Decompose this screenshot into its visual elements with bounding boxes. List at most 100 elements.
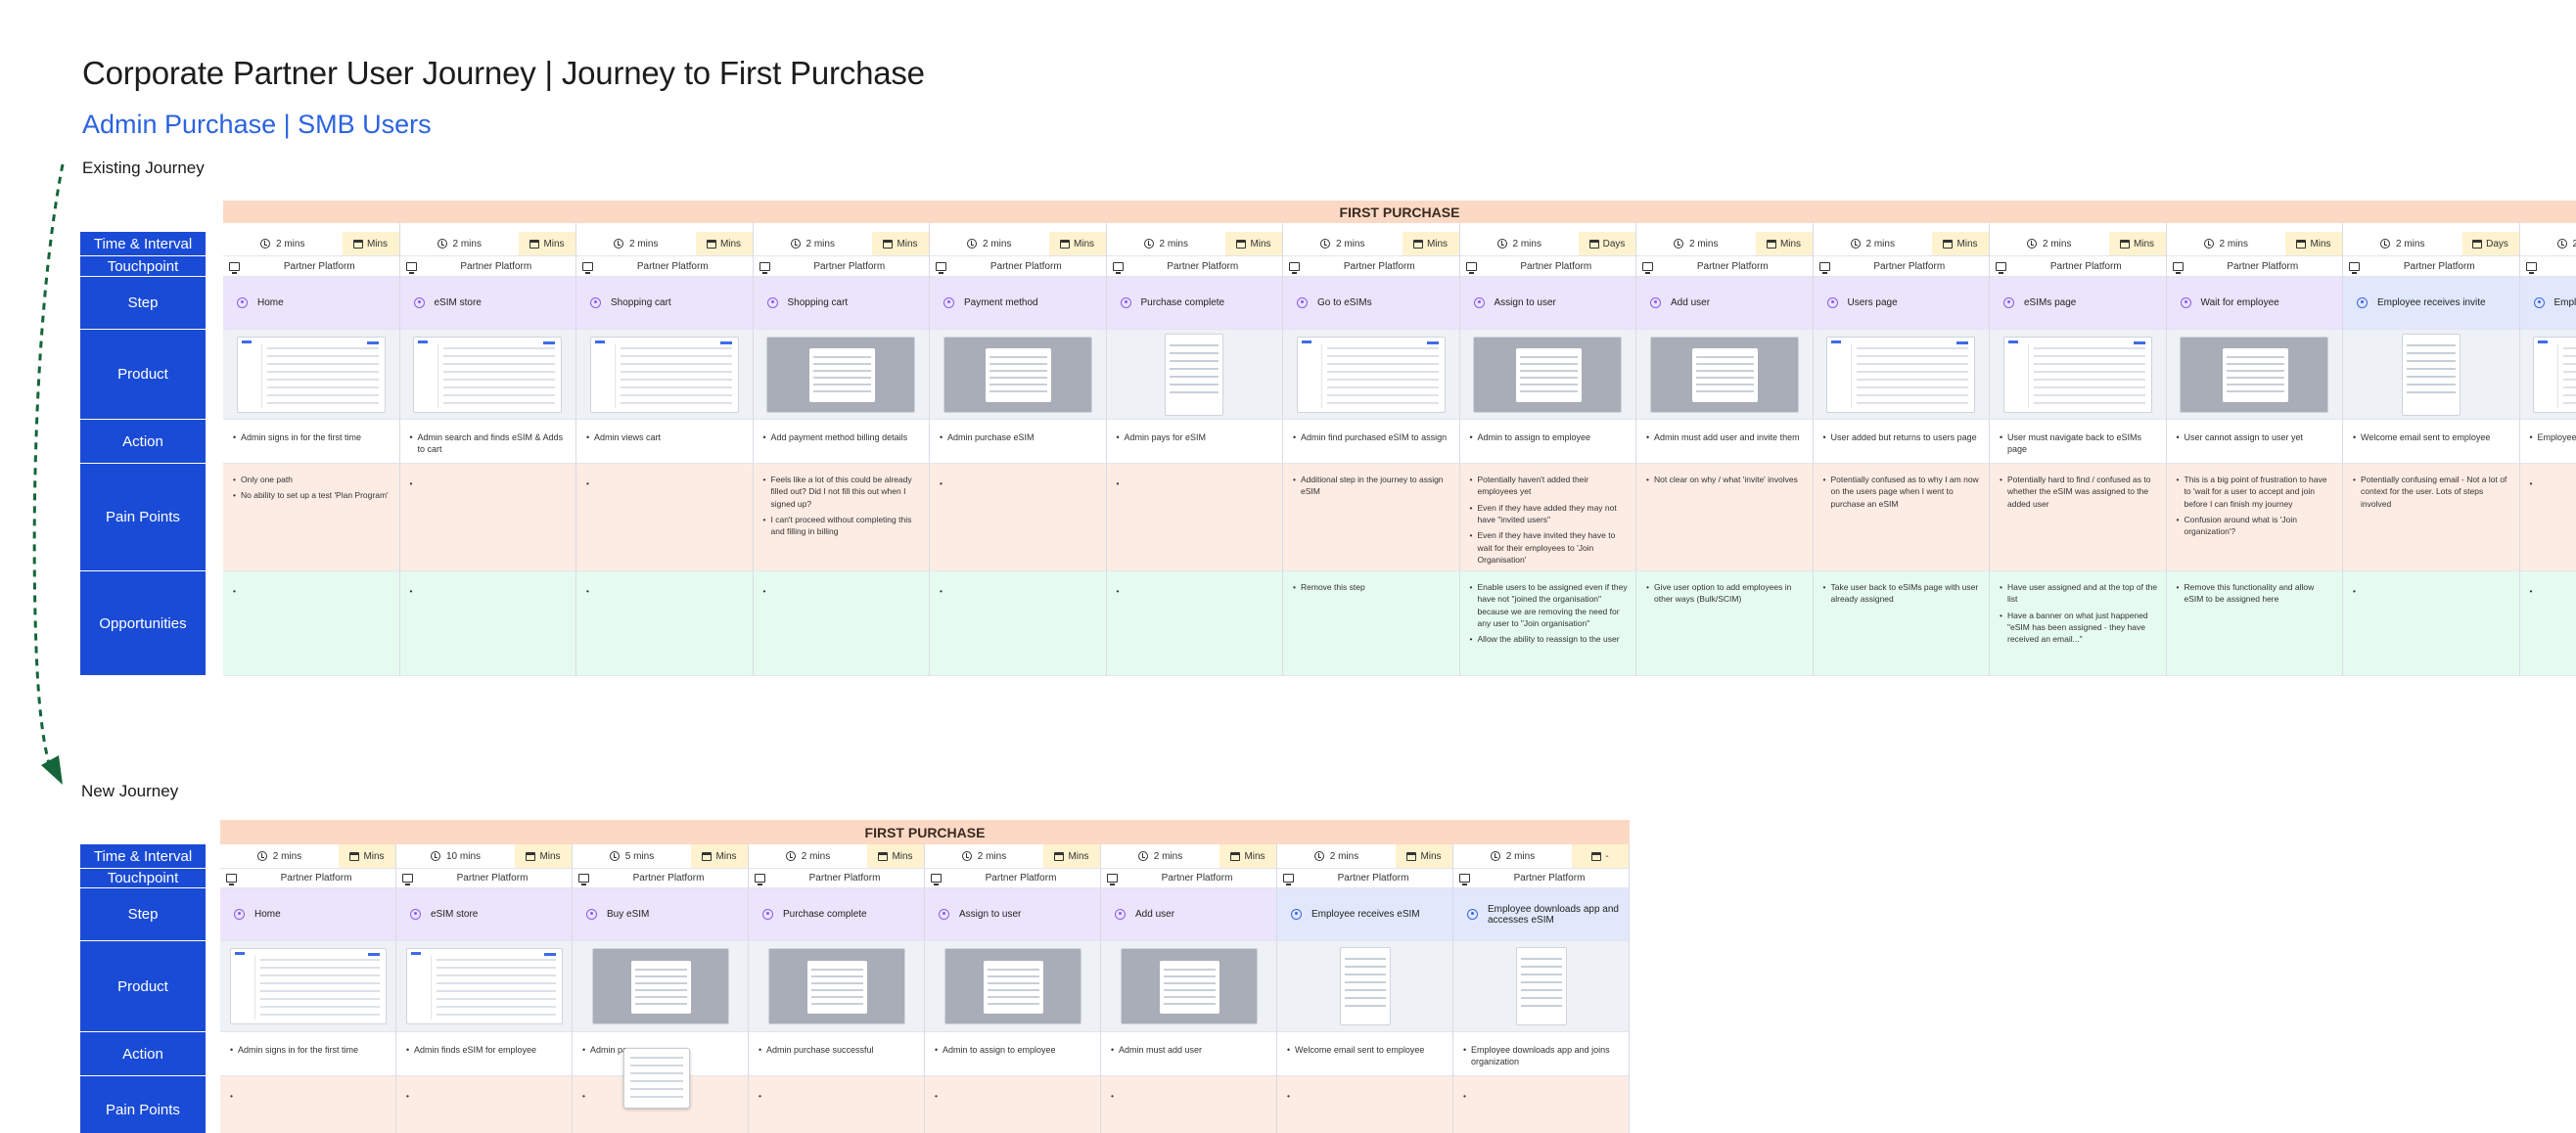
step-cell[interactable]: Shopping cart [576,277,753,330]
step-label: Shopping cart [611,297,671,308]
product-screenshot[interactable] [943,948,1081,1024]
step-cell[interactable]: eSIM store [399,277,575,330]
step-cell[interactable]: Buy eSIM [573,888,748,941]
step-cell[interactable]: Employee downloads app and accesses eSIM [1453,888,1629,941]
product-cell [2343,330,2519,420]
payment-popup-preview[interactable] [623,1048,690,1109]
step-label: Add user [1671,297,1711,308]
pain-point-cell: Only one path No ability to set up a test… [223,464,399,571]
pain-point-cell [399,464,575,571]
product-screenshot[interactable] [405,948,563,1024]
product-screenshot[interactable] [943,336,1092,413]
row-label-step: Step [80,277,206,330]
product-screenshot[interactable] [589,336,739,413]
touchpoint-label: Partner Platform [2537,261,2576,272]
step-cell[interactable]: Go to eSIMs [1283,277,1459,330]
interval: Days [2461,232,2519,255]
row-label-action: Action [80,420,206,464]
opportunity-item: Allow the ability to reassign to the use… [1470,633,1629,646]
step-cell[interactable]: Purchase complete [749,888,924,941]
product-screenshot[interactable] [1826,336,1976,413]
interval: - [1572,844,1629,868]
step-cell[interactable]: Add user [1636,277,1813,330]
product-screenshot[interactable] [1649,336,1799,413]
step-cell[interactable]: Home [220,888,395,941]
product-screenshot[interactable] [413,336,563,413]
journey-column: 10 mins Mins Partner Platform eSIM store Adm… [396,844,573,1133]
product-cell [753,330,929,420]
product-cell [925,941,1100,1032]
email-line [1520,966,1562,968]
action: Admin views cart [586,431,743,443]
step-cell[interactable]: Add user [1101,888,1276,941]
product-screenshot[interactable] [229,948,387,1024]
duration: 5 mins [573,844,691,868]
interval: Mins [872,232,929,255]
product-screenshot[interactable] [1339,947,1391,1025]
product-screenshot[interactable] [591,948,729,1024]
touchpoint-label: Partner Platform [1520,260,1592,272]
step-cell[interactable]: Employee downloads app [2519,277,2576,330]
opportunity: Remove this functionality and allow eSIM… [2177,581,2335,606]
duration-value: 2 mins [1689,238,1719,249]
step-cell[interactable]: Purchase complete [1106,277,1282,330]
product-screenshot[interactable] [2401,333,2461,416]
journey-transition-arrow-icon [32,163,65,785]
pain-point-cell [2519,464,2576,571]
action-item: Admin pays for eSIM [1117,431,1273,443]
opportunity-cell: Have user assigned and at the top of the… [1990,571,2166,676]
product-screenshot[interactable] [1515,947,1567,1025]
step-cell[interactable]: eSIMs page [1990,277,2166,330]
interval: Mins [342,232,399,255]
content-line [2033,401,2145,404]
duration: 2 mins [1453,844,1572,868]
product-screenshot[interactable] [2533,336,2576,413]
pain-point-cell [220,1076,395,1133]
content-line [1857,354,1969,357]
step-cell[interactable]: Users page [1813,277,1989,330]
content-line [259,990,380,992]
pain-point-item: Confusion around what is 'Join organizat… [2177,514,2335,538]
product-screenshot[interactable] [1120,948,1258,1024]
product-screenshot[interactable] [236,336,386,413]
step-cell[interactable]: Employee receives invite [2343,277,2519,330]
product-screenshot[interactable] [1473,336,1623,413]
product-screenshot[interactable] [766,336,916,413]
interval: Mins [1755,232,1813,255]
modal-line [2226,356,2284,359]
existing-journey-map: Time & Interval Touchpoint Step Product … [80,201,2576,676]
email-line [1520,1005,1562,1007]
step-cell[interactable]: Wait for employee [2166,277,2342,330]
modal-preview [986,348,1052,402]
step-cell[interactable]: Assign to user [925,888,1100,941]
duration: 2 mins [2519,232,2576,255]
time-cell: 2 mins Mins [220,844,395,869]
pain-point-cell [396,1076,572,1133]
step-cell[interactable]: Home [223,277,399,330]
step-cell[interactable]: eSIM store [396,888,572,941]
step-cell[interactable]: Shopping cart [753,277,929,330]
product-screenshot[interactable] [2180,336,2329,413]
step-cell[interactable]: Assign to user [1459,277,1635,330]
duration-value: 2 mins [272,850,302,862]
stage-circle-icon [1826,297,1838,308]
row-label-opportunities: Opportunities [80,571,206,676]
clock-icon [2380,239,2391,249]
step-cell[interactable]: Payment method [930,277,1106,330]
time-cell: 2 mins Days [1459,232,1635,256]
pain-point: Potentially haven't added their employee… [1470,474,1629,566]
opportunity-cell [399,571,575,676]
product-screenshot[interactable] [2002,336,2152,413]
product-screenshot[interactable] [767,948,905,1024]
step-cell[interactable]: Employee receives eSIM [1277,888,1452,941]
product-screenshot[interactable] [1296,336,1446,413]
stage-circle-icon [939,909,949,920]
interval: Mins [2285,232,2342,255]
action-cell: Admin must add user and invite them [1636,420,1813,464]
touchpoint-label: Partner Platform [456,873,529,884]
product-screenshot[interactable] [1165,333,1224,416]
content-line [436,974,556,976]
monitor-icon [229,261,240,274]
pain-point-item: This is a big point of frustration to ha… [2177,474,2335,510]
modal-line [810,995,864,998]
